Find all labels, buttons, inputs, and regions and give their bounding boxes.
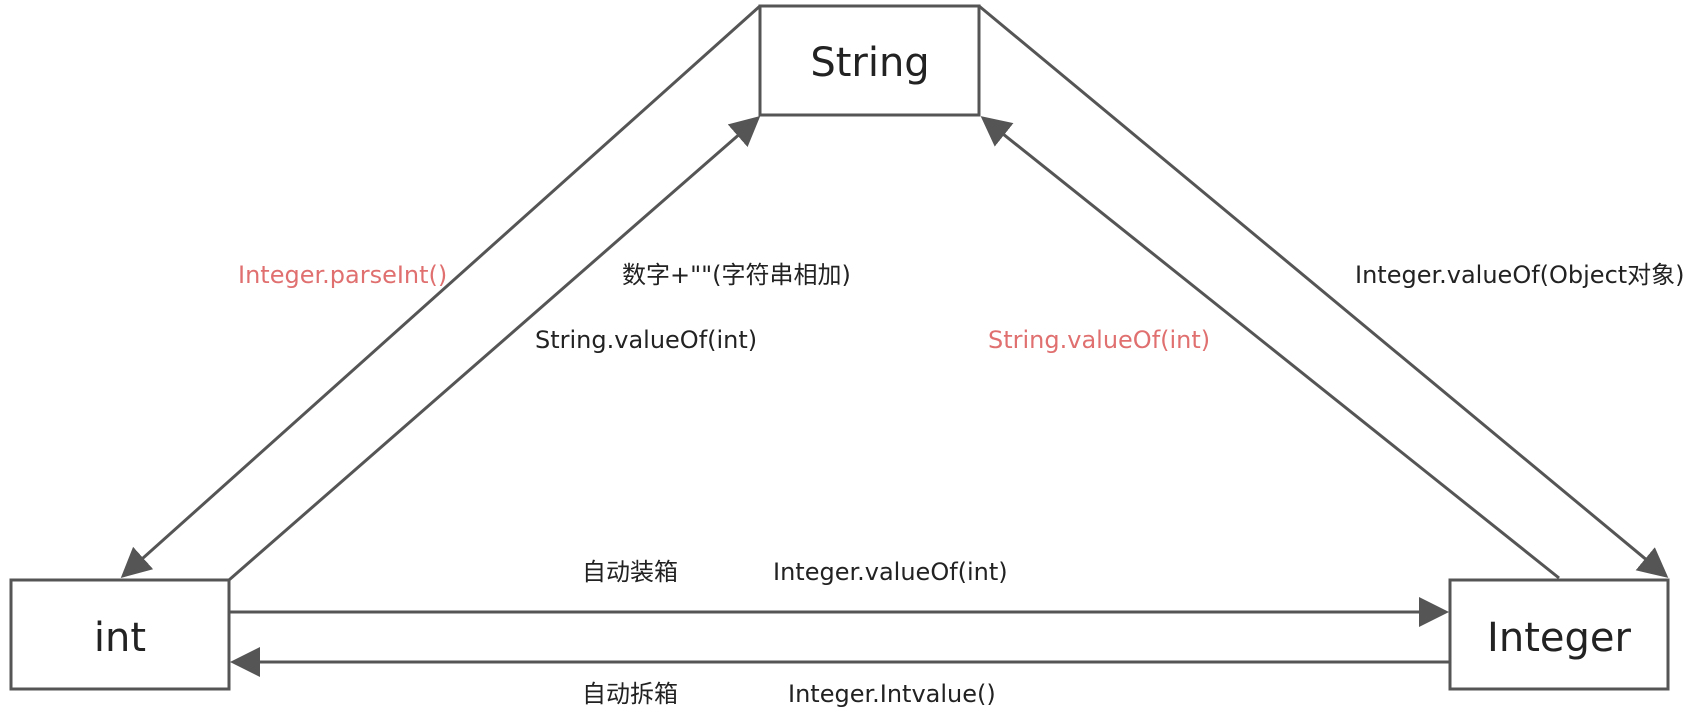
edge-int-to-integer-label-right: Integer.valueOf(int) — [773, 558, 1008, 586]
edge-integer-to-int-label-right: Integer.Intvalue() — [788, 680, 996, 708]
edge-string-to-int-arrow — [120, 4, 762, 579]
edge-integer-to-string-label: String.valueOf(int) — [988, 326, 1210, 354]
edge-int-to-string-label-top: 数字+""(字符串相加) — [622, 261, 851, 289]
edge-integer-to-int-label-left: 自动拆箱 — [582, 680, 678, 708]
node-int: int — [9, 578, 231, 691]
type-conversion-diagram: String int Integer Integer.parseInt() 数字… — [9, 4, 1685, 708]
node-integer: Integer — [1448, 578, 1670, 691]
edge-string-to-integer-arrow — [978, 4, 1669, 578]
edge-string-to-integer-label: Integer.valueOf(Object对象) — [1355, 261, 1685, 289]
node-string: String — [758, 4, 981, 117]
node-int-label: int — [94, 615, 146, 661]
node-integer-label: Integer — [1487, 615, 1631, 661]
edge-int-to-integer-label-left: 自动装箱 — [582, 558, 678, 586]
edge-string-to-int-label: Integer.parseInt() — [238, 261, 447, 289]
edge-int-to-string-label-bottom: String.valueOf(int) — [535, 326, 757, 354]
node-string-label: String — [810, 40, 929, 86]
